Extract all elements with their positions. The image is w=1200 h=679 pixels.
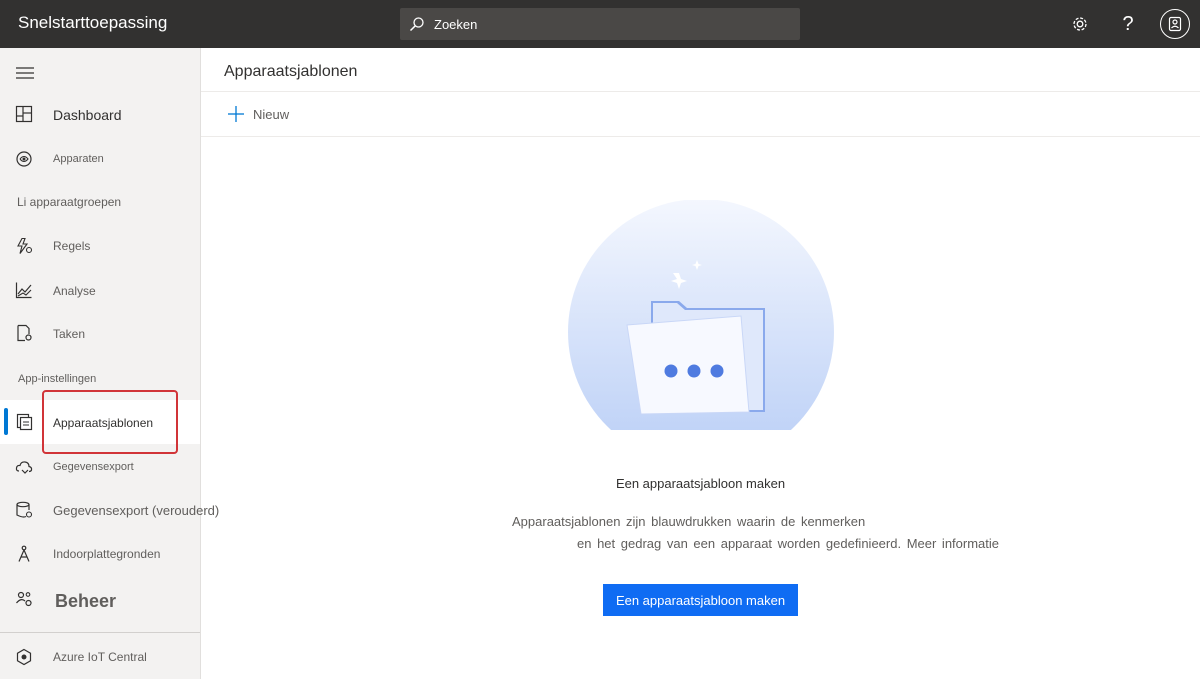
rules-icon: [17, 237, 33, 254]
sidebar-item-devices[interactable]: Apparaten: [0, 139, 200, 179]
analytics-icon: [15, 282, 32, 299]
database-icon: [16, 501, 33, 518]
hamburger-icon[interactable]: [16, 66, 34, 84]
floor-plan-icon: [18, 545, 30, 562]
sidebar-item-label: Dashboard: [53, 107, 122, 123]
data-export-icon: [15, 461, 33, 474]
sidebar-item-label: Analyse: [53, 284, 96, 298]
sidebar-item-floor-plans[interactable]: Indoorplattegronden: [0, 534, 200, 574]
sidebar-item-admin[interactable]: Beheer: [0, 581, 200, 621]
main-content: Apparaatsjablonen Nieuw Een apparaatsjab: [201, 48, 1200, 679]
sidebar-item-label: Taken: [53, 327, 86, 341]
sidebar-item-analytics[interactable]: Analyse: [0, 270, 200, 310]
sidebar-item-label: Gegevensexport: [53, 461, 134, 473]
empty-state-title: Een apparaatsjabloon maken: [615, 476, 786, 491]
learn-more-link[interactable]: Meer informatie: [907, 536, 999, 551]
search-box[interactable]: [400, 8, 800, 40]
sidebar-item-label: Azure IoT Central: [53, 650, 147, 664]
sidebar-item-data-export-legacy[interactable]: Gegevensexport (verouderd): [0, 490, 219, 530]
sidebar-item-label: Indoorplattegronden: [53, 547, 161, 561]
admin-icon: [16, 591, 32, 607]
search-icon: [409, 17, 424, 32]
sidebar-divider: [0, 632, 200, 633]
sidebar-item-jobs[interactable]: Taken: [0, 313, 200, 353]
sidebar-item-label: Li apparaatgroepen: [17, 195, 122, 209]
highlight-box: [42, 390, 178, 454]
sidebar-item-label: Beheer: [55, 591, 117, 611]
iot-central-icon: [16, 648, 32, 666]
sidebar-item-label: Gegevensexport (verouderd): [53, 503, 220, 518]
plus-icon: [228, 106, 244, 122]
divider: [201, 136, 1200, 137]
sidebar-item-label: Regels: [53, 239, 91, 253]
account-icon[interactable]: [1160, 9, 1190, 39]
description-text: en het gedrag van een apparaat worden ge…: [577, 536, 902, 551]
sidebar: Dashboard Apparaten Li apparaatgroepen R…: [0, 48, 219, 679]
sidebar-item-iot-central[interactable]: Azure IoT Central: [0, 637, 200, 677]
top-bar: Snelstarttoepassing ?: [0, 0, 1200, 48]
new-button-label: Nieuw: [253, 106, 290, 122]
new-button[interactable]: Nieuw: [228, 104, 289, 124]
sidebar-item-label: Apparaten: [53, 153, 104, 165]
help-icon[interactable]: ?: [1116, 12, 1140, 36]
sidebar-item-dashboard[interactable]: Dashboard: [0, 94, 200, 134]
empty-folder-illustration: [568, 200, 834, 430]
app-title[interactable]: Snelstarttoepassing: [18, 13, 167, 33]
gear-icon[interactable]: [1068, 12, 1092, 36]
device-templates-icon: [16, 413, 33, 431]
dashboard-icon: [15, 105, 33, 123]
sidebar-item-data-export[interactable]: Gegevensexport: [0, 447, 200, 487]
sidebar-item-device-groups[interactable]: Li apparaatgroepen: [0, 182, 200, 222]
jobs-icon: [17, 324, 32, 342]
divider: [201, 91, 1200, 92]
active-indicator: [4, 408, 8, 435]
search-input[interactable]: [434, 8, 794, 40]
sidebar-item-rules[interactable]: Regels: [0, 226, 200, 266]
devices-icon: [16, 151, 32, 167]
create-template-button[interactable]: Een apparaatsjabloon maken: [603, 584, 798, 616]
empty-state-description-line2: en het gedrag van een apparaat worden ge…: [577, 536, 999, 551]
section-header-app-settings: App-instellingen: [18, 373, 97, 385]
empty-state-description-line1: Apparaatsjablonen zijn blauwdrukken waar…: [512, 514, 866, 529]
page-title: Apparaatsjablonen: [224, 63, 358, 80]
